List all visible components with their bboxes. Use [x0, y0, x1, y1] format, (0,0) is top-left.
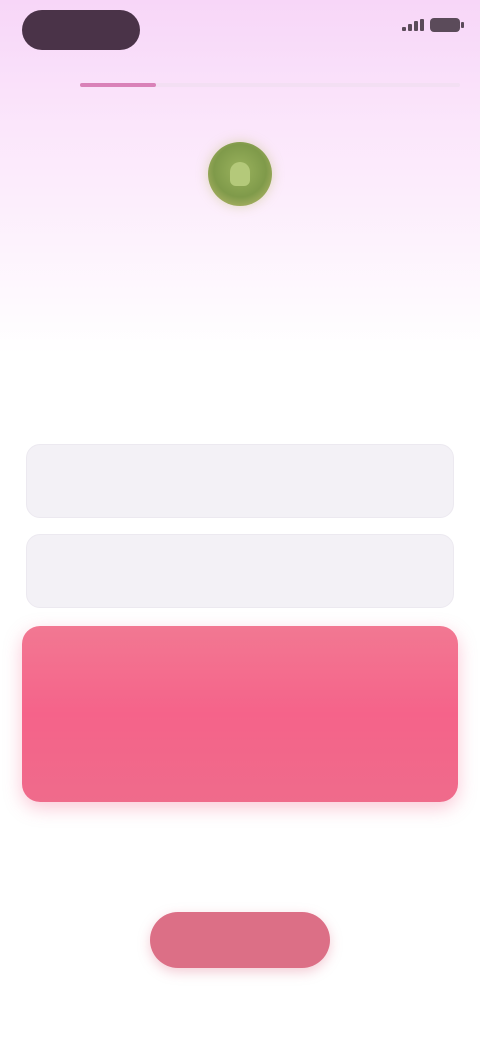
status-bar	[0, 0, 480, 64]
battery-icon	[430, 18, 464, 32]
first-input-field[interactable]	[26, 444, 454, 518]
second-input[interactable]	[107, 553, 427, 591]
progress-fill	[80, 83, 156, 87]
signal-icon	[402, 19, 424, 31]
onboarding-progress-bar	[80, 80, 460, 90]
page-title	[40, 286, 440, 322]
secondary-action-button[interactable]	[150, 912, 330, 968]
app-logo-icon	[208, 142, 272, 206]
status-center-label	[200, 16, 280, 38]
page-subtitle	[32, 352, 448, 406]
status-indicators	[402, 18, 464, 32]
second-input-field[interactable]	[26, 534, 454, 608]
first-input[interactable]	[107, 463, 427, 501]
status-time-pill	[22, 10, 140, 50]
primary-action-button[interactable]	[22, 626, 458, 802]
